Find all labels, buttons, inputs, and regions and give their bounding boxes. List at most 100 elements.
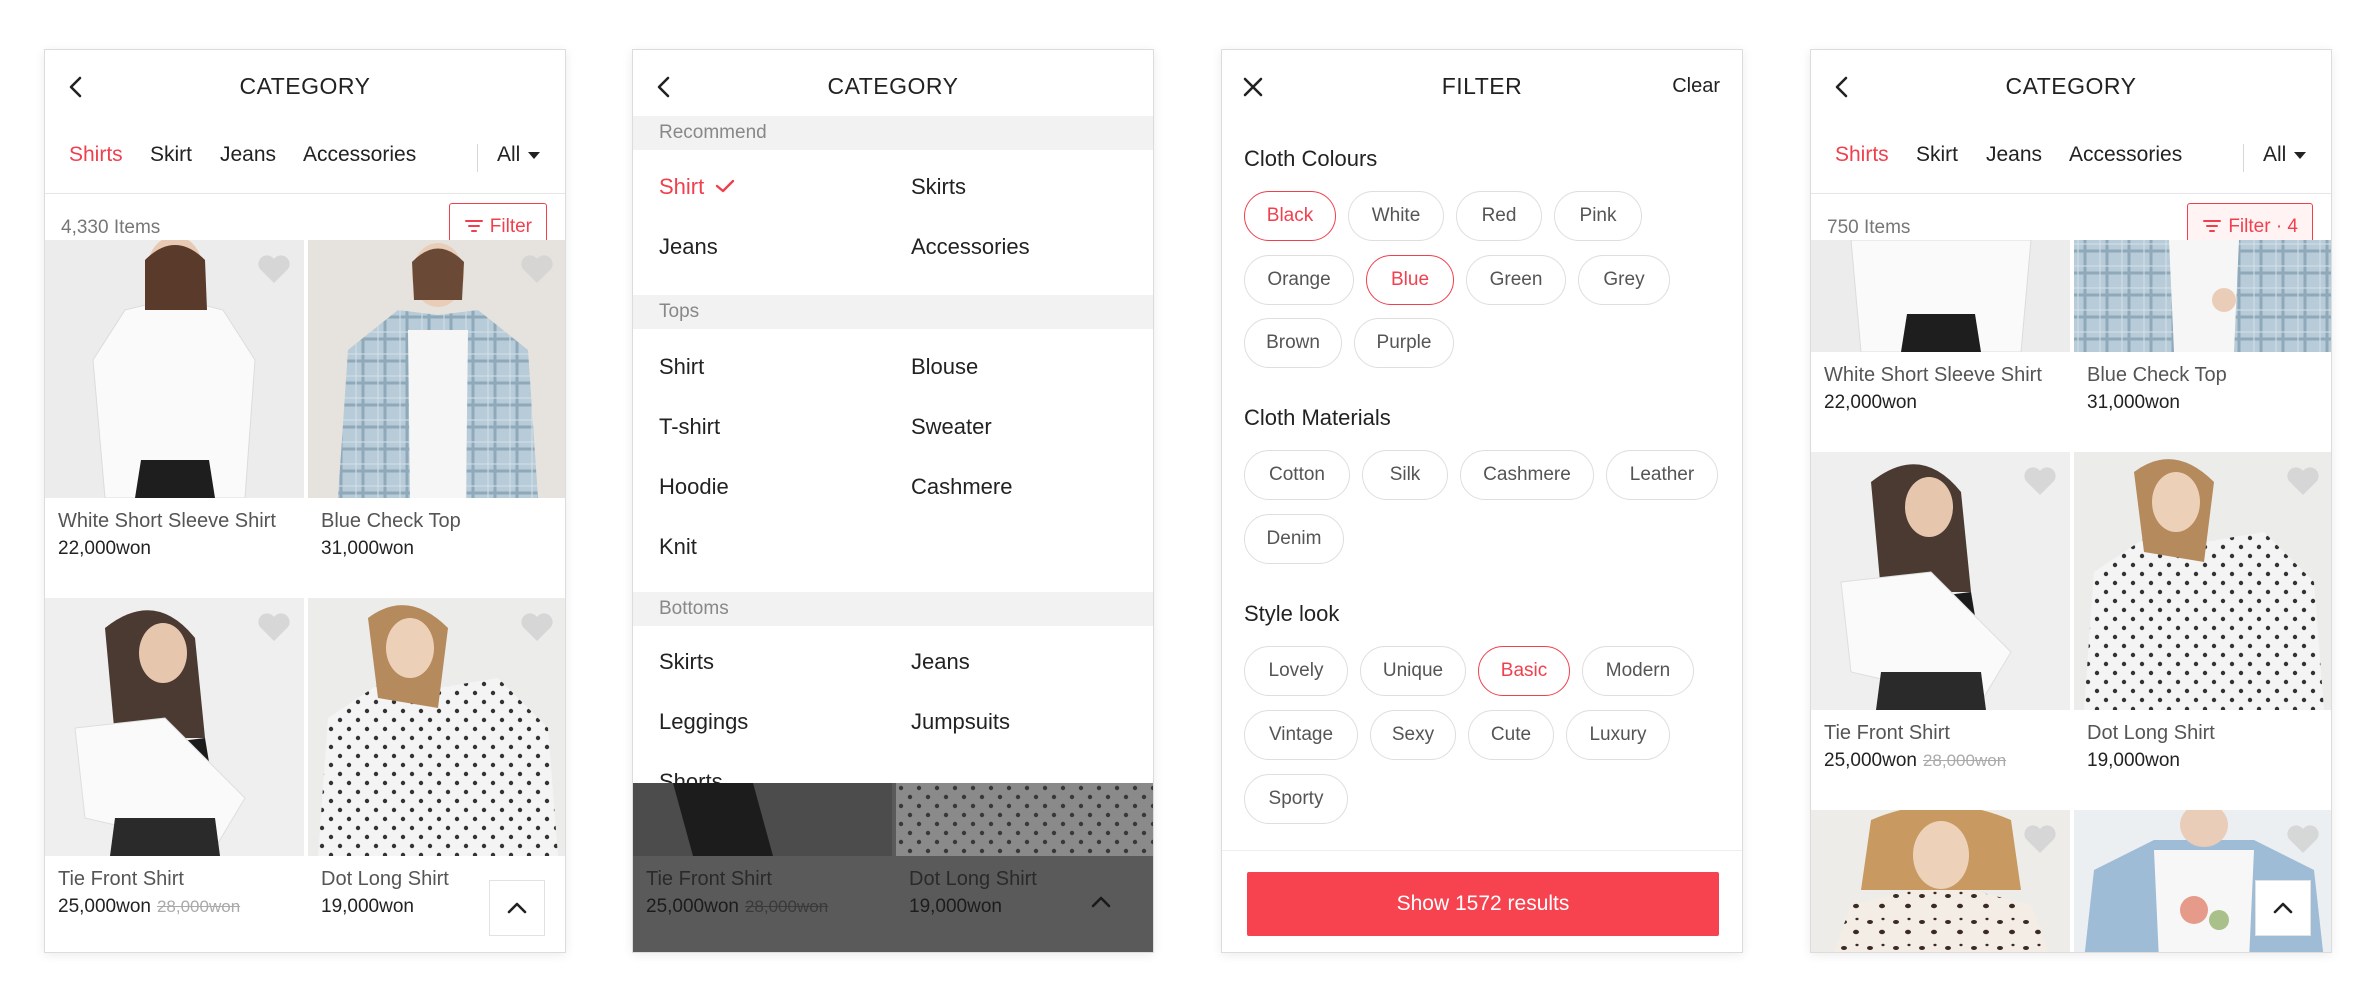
product-name: Tie Front Shirt	[646, 868, 772, 890]
category-item[interactable]: Blouse	[911, 354, 978, 380]
category-item[interactable]: Skirts	[659, 649, 714, 675]
chip-orange[interactable]: Orange	[1244, 255, 1354, 305]
chip-grey[interactable]: Grey	[1578, 255, 1670, 305]
product-price: 22,000won	[58, 538, 151, 559]
chip-pink[interactable]: Pink	[1554, 191, 1642, 241]
heart-icon[interactable]	[256, 252, 292, 286]
heart-icon[interactable]	[2285, 822, 2321, 856]
category-item[interactable]: Jumpsuits	[911, 709, 1010, 735]
chip-green[interactable]: Green	[1466, 255, 1566, 305]
category-item-shirt[interactable]: Shirt	[659, 174, 736, 200]
product-name: White Short Sleeve Shirt	[1824, 364, 2042, 386]
product-image	[633, 783, 892, 856]
header: CATEGORY	[1811, 50, 2331, 126]
chip-red[interactable]: Red	[1456, 191, 1542, 241]
category-item[interactable]: Cashmere	[911, 474, 1012, 500]
header: CATEGORY	[633, 50, 1153, 126]
caret-down-icon	[2294, 151, 2307, 159]
all-dropdown[interactable]: All	[497, 143, 541, 167]
tab-shirts[interactable]: Shirts	[1835, 143, 1889, 167]
heart-icon[interactable]	[2022, 464, 2058, 498]
clear-button[interactable]: Clear	[1672, 75, 1720, 98]
header: FILTER Clear	[1222, 50, 1742, 126]
chip-luxury[interactable]: Luxury	[1566, 710, 1670, 760]
chip-leather[interactable]: Leather	[1606, 450, 1718, 500]
heart-icon[interactable]	[256, 610, 292, 644]
product-image	[896, 783, 1153, 856]
chip-black[interactable]: Black	[1244, 191, 1336, 241]
product-name: Blue Check Top	[2087, 364, 2227, 386]
heart-icon[interactable]	[519, 252, 555, 286]
category-menu-screen: CATEGORY Recommend Shirt Skirts Jeans Ac…	[632, 49, 1154, 953]
chip-cashmere[interactable]: Cashmere	[1460, 450, 1594, 500]
category-item[interactable]: Sweater	[911, 414, 992, 440]
tab-accessories[interactable]: Accessories	[2069, 143, 2182, 167]
scroll-to-top-button[interactable]	[2255, 880, 2311, 936]
chip-silk[interactable]: Silk	[1362, 450, 1448, 500]
chip-lovely[interactable]: Lovely	[1244, 646, 1348, 696]
chip-purple[interactable]: Purple	[1354, 318, 1454, 368]
heart-icon[interactable]	[519, 610, 555, 644]
chip-modern[interactable]: Modern	[1582, 646, 1694, 696]
tab-jeans[interactable]: Jeans	[220, 143, 276, 167]
category-item[interactable]: Accessories	[911, 234, 1030, 260]
tab-accessories[interactable]: Accessories	[303, 143, 416, 167]
chip-basic[interactable]: Basic	[1478, 646, 1570, 696]
checkmark-icon	[716, 179, 735, 193]
product-price: 19,000won	[909, 896, 1002, 917]
chip-cotton[interactable]: Cotton	[1244, 450, 1350, 500]
chip-sexy[interactable]: Sexy	[1370, 710, 1456, 760]
product-price: 31,000won	[2087, 392, 2180, 413]
page-title: FILTER	[1441, 73, 1523, 99]
chevron-up-icon	[1091, 896, 1111, 908]
category-item[interactable]: Jeans	[659, 234, 718, 260]
chip-white[interactable]: White	[1348, 191, 1444, 241]
filter-group-title: Cloth Materials	[1244, 405, 1391, 430]
item-count: 4,330 Items	[61, 217, 161, 238]
chip-brown[interactable]: Brown	[1244, 318, 1342, 368]
scroll-to-top-button[interactable]	[489, 880, 545, 936]
chip-sporty[interactable]: Sporty	[1244, 774, 1348, 824]
product-price: 25,000won 28,000won	[1824, 750, 2006, 772]
show-results-button[interactable]: Show 1572 results	[1247, 872, 1719, 936]
category-item[interactable]: Shirt	[659, 354, 704, 380]
product-name: Dot Long Shirt	[2087, 722, 2215, 744]
section-header: Tops	[633, 295, 1153, 329]
product-name: White Short Sleeve Shirt	[58, 510, 276, 532]
tab-shirts[interactable]: Shirts	[69, 143, 123, 167]
original-price: 28,000won	[744, 897, 829, 916]
product-image	[2074, 240, 2331, 352]
heart-icon[interactable]	[2285, 464, 2321, 498]
category-item[interactable]: Jeans	[911, 649, 970, 675]
all-dropdown[interactable]: All	[2263, 143, 2307, 167]
product-image	[1811, 240, 2070, 352]
category-item[interactable]: Skirts	[911, 174, 966, 200]
chip-cute[interactable]: Cute	[1468, 710, 1554, 760]
tab-skirt[interactable]: Skirt	[150, 143, 192, 167]
current-price: 25,000won	[646, 896, 739, 917]
product-price: 25,000won 28,000won	[58, 896, 240, 918]
category-item[interactable]: Leggings	[659, 709, 748, 735]
dimmed-backdrop[interactable]: Tie Front Shirt 25,000won 28,000won Dot L…	[633, 783, 1153, 952]
heart-icon[interactable]	[2022, 822, 2058, 856]
product-price: 22,000won	[1824, 392, 1917, 413]
category-item[interactable]: Hoodie	[659, 474, 729, 500]
category-item[interactable]: Knit	[659, 534, 697, 560]
chip-denim[interactable]: Denim	[1244, 514, 1344, 564]
tab-jeans[interactable]: Jeans	[1986, 143, 2042, 167]
current-price: 25,000won	[58, 896, 151, 917]
tab-divider	[477, 144, 478, 172]
caret-down-icon	[528, 151, 541, 159]
chip-unique[interactable]: Unique	[1360, 646, 1466, 696]
section-header: Bottoms	[633, 592, 1153, 626]
chip-blue[interactable]: Blue	[1366, 255, 1454, 305]
category-tabs: Shirts Skirt Jeans Accessories All	[1811, 126, 2331, 194]
original-price: 28,000won	[156, 897, 241, 916]
page-title: CATEGORY	[239, 73, 371, 99]
chip-vintage[interactable]: Vintage	[1244, 710, 1358, 760]
tab-skirt[interactable]: Skirt	[1916, 143, 1958, 167]
category-item[interactable]: T-shirt	[659, 414, 720, 440]
product-price: 19,000won	[321, 896, 414, 917]
filter-group-title: Cloth Colours	[1244, 146, 1378, 171]
divider	[1222, 850, 1742, 851]
